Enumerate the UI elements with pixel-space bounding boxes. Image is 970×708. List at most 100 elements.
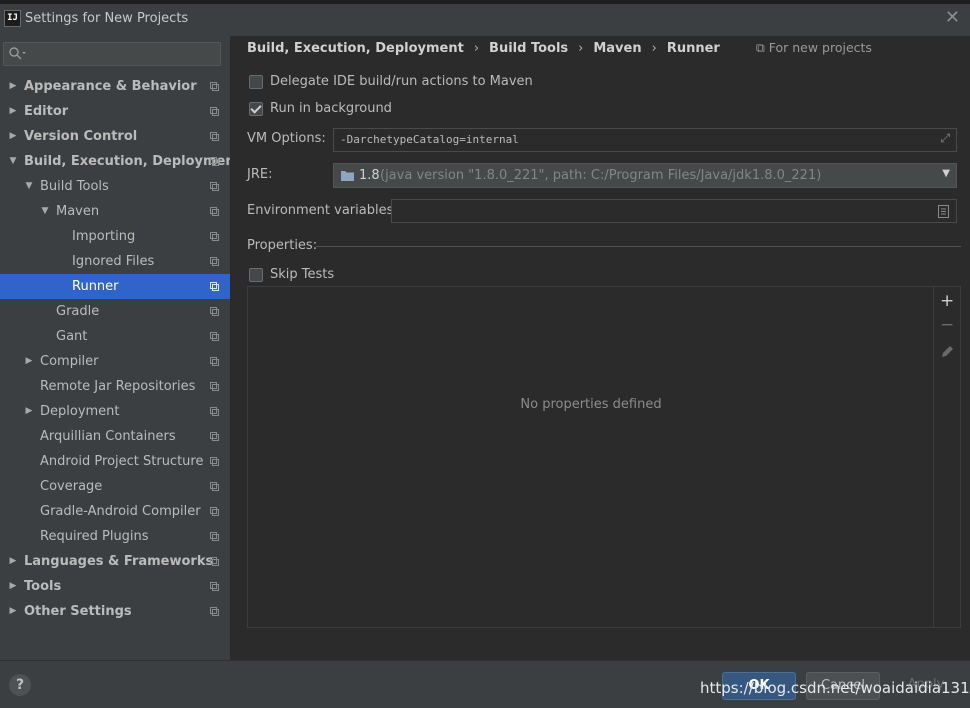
sidebar-item-label: Gradle-Android Compiler (40, 504, 201, 519)
expand-right-arrow-icon[interactable]: ▶ (8, 549, 18, 574)
sidebar-item-label: Required Plugins (40, 529, 149, 544)
sidebar-item-label: Runner (72, 279, 119, 294)
project-scope-icon (210, 407, 219, 416)
help-button[interactable]: ? (9, 674, 31, 696)
sidebar-item[interactable]: ▼ Build Tools (0, 174, 230, 199)
remove-icon[interactable]: − (940, 315, 954, 335)
properties-toolbar: + − (933, 287, 960, 627)
sidebar-item[interactable]: Runner (0, 274, 230, 299)
delegate-checkbox[interactable] (249, 75, 263, 89)
properties-table[interactable]: No properties defined + − (247, 286, 961, 628)
sidebar-item[interactable]: ▼ Maven (0, 199, 230, 224)
sidebar-item-label: Languages & Frameworks (24, 554, 214, 569)
sidebar-item[interactable]: ▶ Version Control (0, 124, 230, 149)
sidebar-item[interactable]: ▶ Appearance & Behavior (0, 74, 230, 99)
sidebar-item[interactable]: ▶ Tools (0, 574, 230, 599)
breadcrumb-item[interactable]: Build Tools (489, 41, 568, 56)
env-variables-field[interactable] (391, 199, 957, 223)
project-scope-icon (210, 107, 219, 116)
sidebar-item[interactable]: ▼ Build, Execution, Deployment (0, 149, 241, 174)
sidebar-item[interactable]: Gant (0, 324, 230, 349)
separator (316, 246, 961, 247)
jre-detail: (java version "1.8.0_221", path: C:/Prog… (380, 168, 822, 183)
project-scope-icon (210, 457, 219, 466)
breadcrumb-item[interactable]: Build, Execution, Deployment (247, 41, 464, 56)
folder-icon (341, 171, 354, 181)
jre-label: JRE: (247, 167, 273, 182)
project-scope-icon (210, 607, 219, 616)
project-scope-icon (210, 482, 219, 491)
expand-icon[interactable]: ⤢ (940, 131, 950, 146)
expand-right-arrow-icon[interactable]: ▶ (24, 349, 34, 374)
vm-options-field[interactable]: -DarchetypeCatalog=internal ⤢ (333, 128, 957, 152)
sidebar-item[interactable]: ▶ Other Settings (0, 599, 230, 624)
project-scope-icon (210, 332, 219, 341)
project-scope-icon (210, 232, 219, 241)
skip-tests-checkbox[interactable] (249, 268, 263, 282)
settings-tree: ▶ Appearance & Behavior ▶ Editor ▶ Version Co… (0, 74, 241, 624)
expand-down-arrow-icon[interactable]: ▼ (24, 174, 34, 199)
sidebar-item[interactable]: ▶ Languages & Frameworks (0, 549, 230, 574)
sidebar-item[interactable]: Importing (0, 224, 230, 249)
expand-right-arrow-icon[interactable]: ▶ (8, 574, 18, 599)
sidebar-item-label: Compiler (40, 354, 99, 369)
project-scope-icon (210, 307, 219, 316)
vm-options-value: -DarchetypeCatalog=internal (340, 133, 519, 146)
project-scope-icon (210, 532, 219, 541)
sidebar-item[interactable]: Coverage (0, 474, 230, 499)
project-scope-icon (210, 132, 219, 141)
expand-right-arrow-icon[interactable]: ▶ (8, 599, 18, 624)
project-scope-icon (210, 382, 219, 391)
expand-right-arrow-icon[interactable]: ▶ (24, 399, 34, 424)
edit-pencil-icon[interactable] (940, 345, 954, 359)
project-scope-icon (210, 257, 219, 266)
sidebar-item[interactable]: Required Plugins (0, 524, 230, 549)
watermark-text: https://blog.csdn.net/woaidaidia1314 (700, 679, 970, 697)
project-scope-icon (210, 557, 219, 566)
expand-down-arrow-icon[interactable]: ▼ (8, 149, 18, 174)
scope-label: For new projects (768, 40, 872, 55)
sidebar-item-label: Editor (24, 104, 69, 119)
expand-right-arrow-icon[interactable]: ▶ (8, 99, 18, 124)
sidebar-item[interactable]: ▶ Editor (0, 99, 230, 124)
copy-icon: ⧉ (755, 40, 769, 55)
sidebar-item[interactable]: ▶ Compiler (0, 349, 230, 374)
search-input[interactable] (3, 42, 221, 66)
jre-version: 1.8 (359, 168, 380, 183)
sidebar-item-label: Build Tools (40, 179, 109, 194)
browse-icon[interactable] (938, 205, 949, 218)
project-scope-icon (210, 82, 219, 91)
project-scope-icon (210, 582, 219, 591)
sidebar-item-label: Gant (56, 329, 88, 344)
sidebar-item[interactable]: Android Project Structure (0, 449, 230, 474)
project-scope-icon (210, 507, 219, 516)
vm-options-label: VM Options: (247, 131, 326, 146)
sidebar-item[interactable]: Gradle (0, 299, 230, 324)
close-icon[interactable]: ✕ (945, 7, 960, 28)
expand-right-arrow-icon[interactable]: ▶ (8, 124, 18, 149)
intellij-app-icon: IJ (4, 10, 21, 27)
sidebar-item-label: Ignored Files (72, 254, 155, 269)
sidebar-item-label: Appearance & Behavior (24, 79, 197, 94)
sidebar-item[interactable]: Remote Jar Repositories (0, 374, 230, 399)
add-icon[interactable]: + (940, 291, 954, 311)
project-scope-icon (210, 357, 219, 366)
sidebar-item[interactable]: Gradle-Android Compiler (0, 499, 230, 524)
sidebar-item-label: Build, Execution, Deployment (24, 154, 241, 169)
sidebar-item[interactable]: Ignored Files (0, 249, 230, 274)
expand-right-arrow-icon[interactable]: ▶ (8, 74, 18, 99)
runner-settings-panel: Build, Execution, Deployment › Build Tools… (230, 36, 970, 660)
env-variables-label: Environment variables: (247, 203, 398, 218)
expand-down-arrow-icon[interactable]: ▼ (40, 199, 50, 224)
sidebar-item[interactable]: ▶ Deployment (0, 399, 230, 424)
sidebar-item[interactable]: Arquillian Containers (0, 424, 230, 449)
jre-dropdown[interactable]: 1.8 (java version "1.8.0_221", path: C:/… (333, 163, 957, 188)
title-bar: IJ Settings for New Projects ✕ (0, 0, 970, 36)
search-icon (9, 47, 26, 60)
window-title: Settings for New Projects (25, 11, 189, 26)
run-in-background-checkbox[interactable] (249, 102, 263, 116)
project-scope-icon (210, 282, 219, 291)
breadcrumb-item[interactable]: Maven (593, 41, 641, 56)
project-scope-icon (210, 432, 219, 441)
delegate-label: Delegate IDE build/run actions to Maven (270, 74, 533, 89)
